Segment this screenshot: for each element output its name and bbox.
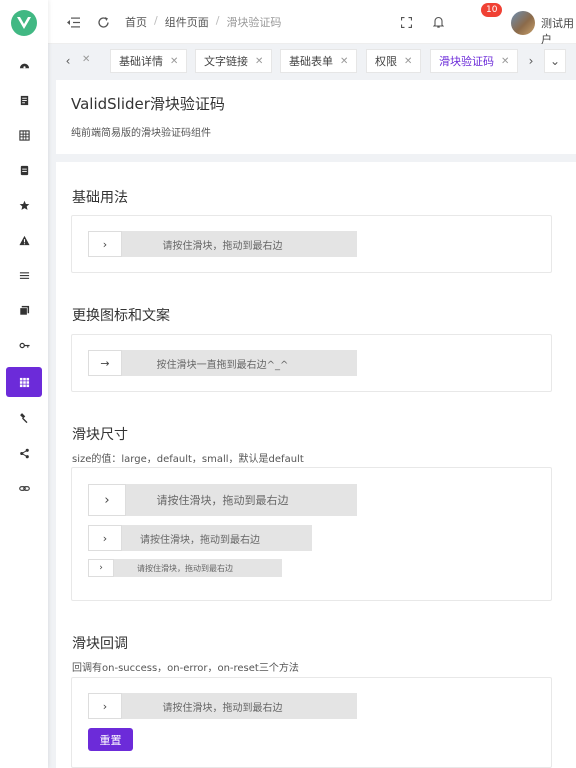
vue-logo-icon bbox=[17, 17, 31, 29]
breadcrumb-home[interactable]: 首页 bbox=[125, 14, 147, 30]
slider-text: 请按住滑块，拖动到最右边 bbox=[137, 563, 233, 573]
valid-slider-large: › 请按住滑块，拖动到最右边 bbox=[88, 484, 357, 516]
sidebar-item-star[interactable] bbox=[6, 190, 42, 220]
tab-text-link[interactable]: 文字链接 ✕ bbox=[195, 49, 273, 73]
share-icon bbox=[19, 448, 29, 458]
tab-basic-detail[interactable]: 基础详情 ✕ bbox=[110, 49, 188, 73]
dashboard-icon bbox=[19, 63, 29, 68]
avatar[interactable] bbox=[511, 11, 535, 35]
slider-handle-chevron-icon[interactable]: › bbox=[88, 484, 126, 516]
fullscreen-icon[interactable] bbox=[399, 15, 413, 29]
sidebar-item-document[interactable] bbox=[6, 85, 42, 115]
slider-handle-arrow-right-icon[interactable]: → bbox=[88, 350, 122, 376]
sidebar-item-form[interactable] bbox=[6, 155, 42, 185]
tab-close-icon[interactable]: ✕ bbox=[404, 56, 412, 67]
warning-icon bbox=[18, 235, 30, 245]
top-header: 首页 / 组件页面 / 滑块验证码 10 测试用户 bbox=[48, 0, 576, 47]
tab-close-icon[interactable]: ✕ bbox=[170, 56, 178, 67]
tab-label: 文字链接 bbox=[204, 55, 248, 68]
tab-close-icon[interactable]: ✕ bbox=[340, 56, 348, 67]
slider-handle-chevron-icon[interactable]: › bbox=[88, 231, 122, 257]
valid-slider-basic: › 请按住滑块，拖动到最右边 bbox=[88, 231, 357, 257]
form-icon bbox=[20, 165, 28, 175]
tabs-dropdown-chevron-icon[interactable]: ⌄ bbox=[544, 49, 566, 73]
slider-text: 请按住滑块，拖动到最右边 bbox=[156, 494, 289, 507]
sidebar bbox=[0, 0, 48, 768]
table-grid-icon bbox=[18, 129, 30, 141]
valid-slider-callback: › 请按住滑块，拖动到最右边 bbox=[88, 693, 357, 719]
refresh-icon[interactable] bbox=[96, 15, 110, 29]
sidebar-item-key[interactable] bbox=[6, 330, 42, 360]
link-icon bbox=[18, 485, 30, 491]
sidebar-item-share[interactable] bbox=[6, 438, 42, 468]
tabs-bar: ‹ ✕ 基础详情 ✕ 文字链接 ✕ 基础表单 ✕ 权限 ✕ 滑块验证码 ✕ › … bbox=[48, 44, 576, 78]
slider-text: 请按住滑块，拖动到最右边 bbox=[162, 240, 283, 252]
tab-label: 基础表单 bbox=[289, 55, 333, 68]
section-title-size: 滑块尺寸 bbox=[72, 427, 128, 443]
page-header: ValidSlider滑块验证码 纯前端简易版的滑块验证码组件 bbox=[56, 80, 576, 154]
breadcrumb: 首页 / 组件页面 / 滑块验证码 bbox=[125, 14, 281, 30]
notification-badge: 10 bbox=[481, 3, 503, 17]
section-description-size: size的值：large，default，small，默认是default bbox=[72, 454, 304, 465]
document-icon bbox=[20, 95, 28, 105]
valid-slider-default: › 请按住滑块，拖动到最右边 bbox=[88, 525, 312, 551]
sidebar-item-link[interactable] bbox=[6, 473, 42, 503]
section-title-custom: 更换图标和文案 bbox=[72, 308, 170, 324]
sidebar-item-components[interactable] bbox=[6, 367, 42, 397]
breadcrumb-components[interactable]: 组件页面 bbox=[165, 14, 209, 30]
breadcrumb-separator: / bbox=[154, 14, 158, 27]
slider-handle-chevron-icon[interactable]: › bbox=[88, 559, 114, 577]
tab-label: 滑块验证码 bbox=[439, 55, 494, 68]
slider-text: 按住滑块一直拖到最右边^_^ bbox=[156, 359, 289, 371]
slider-handle-chevron-icon[interactable]: › bbox=[88, 525, 122, 551]
component-grid-icon bbox=[19, 377, 29, 387]
slider-handle-chevron-icon[interactable]: › bbox=[88, 693, 122, 719]
tab-close-icon[interactable]: ✕ bbox=[82, 54, 90, 65]
tab-basic-form[interactable]: 基础表单 ✕ bbox=[280, 49, 358, 73]
star-icon bbox=[19, 200, 29, 210]
sidebar-item-table[interactable] bbox=[6, 120, 42, 150]
valid-slider-custom: → 按住滑块一直拖到最右边^_^ bbox=[88, 350, 357, 376]
sidebar-item-dashboard[interactable] bbox=[6, 50, 42, 80]
slider-text: 请按住滑块，拖动到最右边 bbox=[162, 702, 283, 714]
reset-button[interactable]: 重置 bbox=[88, 728, 133, 751]
breadcrumb-separator: / bbox=[215, 14, 220, 27]
tabs-scroll-right-icon[interactable]: › bbox=[520, 49, 542, 73]
tab-label: 基础详情 bbox=[119, 55, 163, 68]
username[interactable]: 测试用户 bbox=[541, 15, 576, 47]
sidebar-item-list[interactable] bbox=[6, 260, 42, 290]
sidebar-item-warning[interactable] bbox=[6, 225, 42, 255]
tab-valid-slider[interactable]: 滑块验证码 ✕ bbox=[430, 49, 519, 73]
tab-close-icon[interactable]: ✕ bbox=[255, 56, 263, 67]
menu-fold-icon[interactable] bbox=[66, 15, 80, 29]
tab-label: 权限 bbox=[375, 55, 397, 68]
tab-close-icon[interactable]: ✕ bbox=[501, 56, 509, 67]
section-title-callback: 滑块回调 bbox=[72, 636, 128, 652]
copy-icon bbox=[19, 305, 29, 315]
vue-logo[interactable] bbox=[11, 10, 37, 36]
sidebar-item-copy[interactable] bbox=[6, 295, 42, 325]
breadcrumb-current: 滑块验证码 bbox=[226, 16, 282, 29]
list-icon bbox=[19, 271, 29, 279]
page-title: ValidSlider滑块验证码 bbox=[71, 95, 225, 113]
hammer-icon bbox=[19, 412, 27, 423]
section-description-callback: 回调有on-success，on-error，on-reset三个方法 bbox=[72, 663, 299, 674]
bell-icon[interactable] bbox=[431, 15, 445, 29]
demo-box-callback bbox=[71, 677, 552, 768]
key-icon bbox=[19, 342, 30, 348]
valid-slider-small: › 请按住滑块，拖动到最右边 bbox=[88, 559, 282, 577]
tabs-scroll-left-icon[interactable]: ‹ bbox=[58, 49, 78, 73]
sidebar-item-tools[interactable] bbox=[6, 403, 42, 433]
page-description: 纯前端简易版的滑块验证码组件 bbox=[71, 128, 211, 139]
tab-permission[interactable]: 权限 ✕ bbox=[366, 49, 422, 73]
section-title-basic: 基础用法 bbox=[72, 190, 128, 206]
